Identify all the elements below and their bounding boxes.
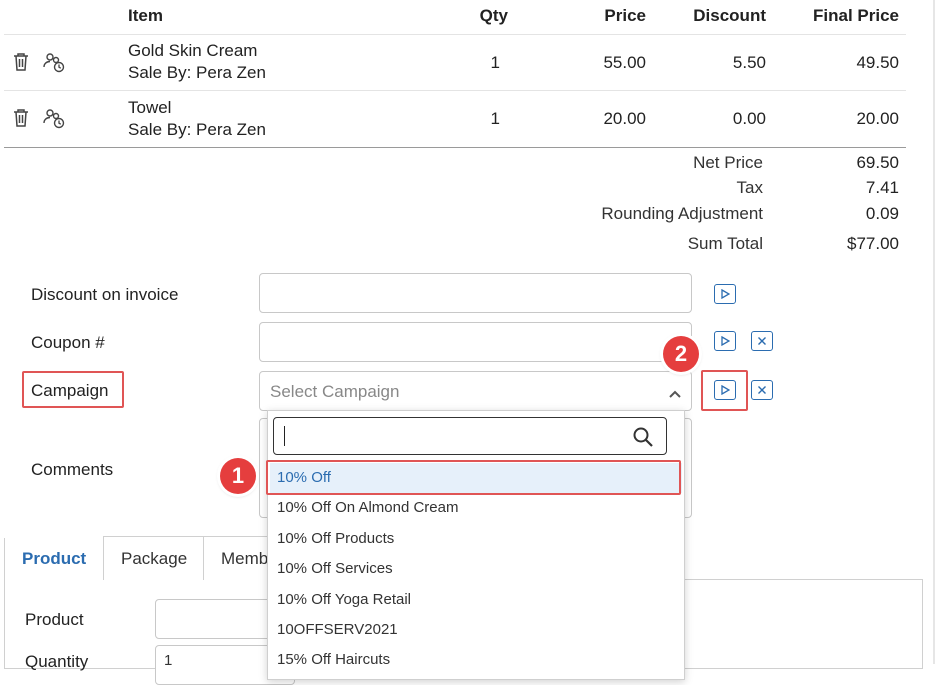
coupon-input[interactable] — [259, 322, 692, 362]
trash-icon[interactable] — [12, 52, 30, 72]
callout-badge-2: 2 — [663, 336, 699, 372]
sum-total-value: $77.00 — [847, 234, 899, 253]
text-cursor — [284, 426, 285, 446]
play-icon — [721, 289, 730, 299]
play-icon — [721, 336, 730, 346]
table-row: Gold Skin Cream Sale By: Pera Zen 1 55.0… — [0, 35, 910, 90]
apply-campaign-button[interactable] — [714, 380, 736, 400]
item-name: Towel — [128, 98, 172, 117]
table-divider — [4, 147, 906, 148]
tax-label: Tax — [736, 178, 763, 197]
tax-value: 7.41 — [865, 178, 899, 197]
discount-input[interactable] — [259, 273, 692, 313]
staff-assign-icon[interactable] — [43, 51, 65, 73]
item-discount: 5.50 — [732, 53, 766, 72]
item-final-price: 20.00 — [856, 109, 899, 128]
table-row: Towel Sale By: Pera Zen 1 20.00 0.00 20.… — [0, 92, 910, 147]
coupon-label: Coupon # — [31, 333, 105, 352]
header-final-price: Final Price — [813, 6, 899, 25]
net-price-label: Net Price — [693, 153, 763, 172]
clear-campaign-button[interactable] — [751, 380, 773, 400]
item-sale-by: Sale By: Pera Zen — [128, 63, 266, 82]
header-qty: Qty — [479, 6, 508, 25]
campaign-option[interactable]: 10% Off On Almond Cream — [270, 493, 682, 523]
apply-coupon-button[interactable] — [714, 331, 736, 351]
rounding-label: Rounding Adjustment — [601, 204, 763, 223]
comments-label: Comments — [31, 460, 114, 479]
header-discount: Discount — [693, 6, 766, 25]
net-price-value: 69.50 — [856, 153, 899, 172]
campaign-option[interactable]: 10OFFSERV2021 — [270, 615, 682, 645]
search-icon — [632, 426, 654, 453]
item-name: Gold Skin Cream — [128, 41, 258, 60]
scrollbar-track[interactable] — [933, 0, 935, 664]
apply-discount-button[interactable] — [714, 284, 736, 304]
campaign-search-input[interactable] — [273, 417, 667, 455]
rounding-value: 0.09 — [865, 204, 899, 223]
chevron-up-icon[interactable] — [668, 386, 682, 404]
campaign-placeholder: Select Campaign — [270, 382, 400, 401]
item-sale-by: Sale By: Pera Zen — [128, 120, 266, 139]
sum-total-label: Sum Total — [687, 234, 763, 253]
selected-option-highlight — [266, 460, 681, 495]
campaign-label: Campaign — [31, 381, 109, 400]
item-final-price: 49.50 — [856, 53, 899, 72]
product-label: Product — [25, 610, 84, 629]
callout-badge-1: 1 — [220, 458, 256, 494]
play-icon — [721, 385, 730, 395]
close-icon — [758, 386, 766, 394]
tab-package[interactable]: Package — [103, 536, 206, 580]
staff-assign-icon[interactable] — [43, 107, 65, 129]
campaign-option[interactable]: 15% Off Haircuts — [270, 645, 682, 675]
campaign-option[interactable]: 10% Off Services — [270, 554, 682, 584]
item-qty: 1 — [490, 53, 500, 72]
tab-product[interactable]: Product — [4, 536, 104, 581]
campaign-dropdown: 10% Off 10% Off On Almond Cream 10% Off … — [267, 410, 685, 680]
item-price: 55.00 — [603, 53, 646, 72]
header-item: Item — [128, 6, 163, 25]
close-icon — [758, 337, 766, 345]
discount-label: Discount on invoice — [31, 285, 179, 304]
quantity-label: Quantity — [25, 652, 89, 671]
campaign-select[interactable]: Select Campaign — [259, 371, 692, 411]
item-qty: 1 — [490, 109, 500, 128]
item-discount: 0.00 — [732, 109, 766, 128]
campaign-option[interactable]: 10% Off Yoga Retail — [270, 585, 682, 615]
campaign-option[interactable]: 10% Off Products — [270, 524, 682, 554]
trash-icon[interactable] — [12, 108, 30, 128]
clear-coupon-button[interactable] — [751, 331, 773, 351]
header-price: Price — [604, 6, 646, 25]
item-price: 20.00 — [603, 109, 646, 128]
